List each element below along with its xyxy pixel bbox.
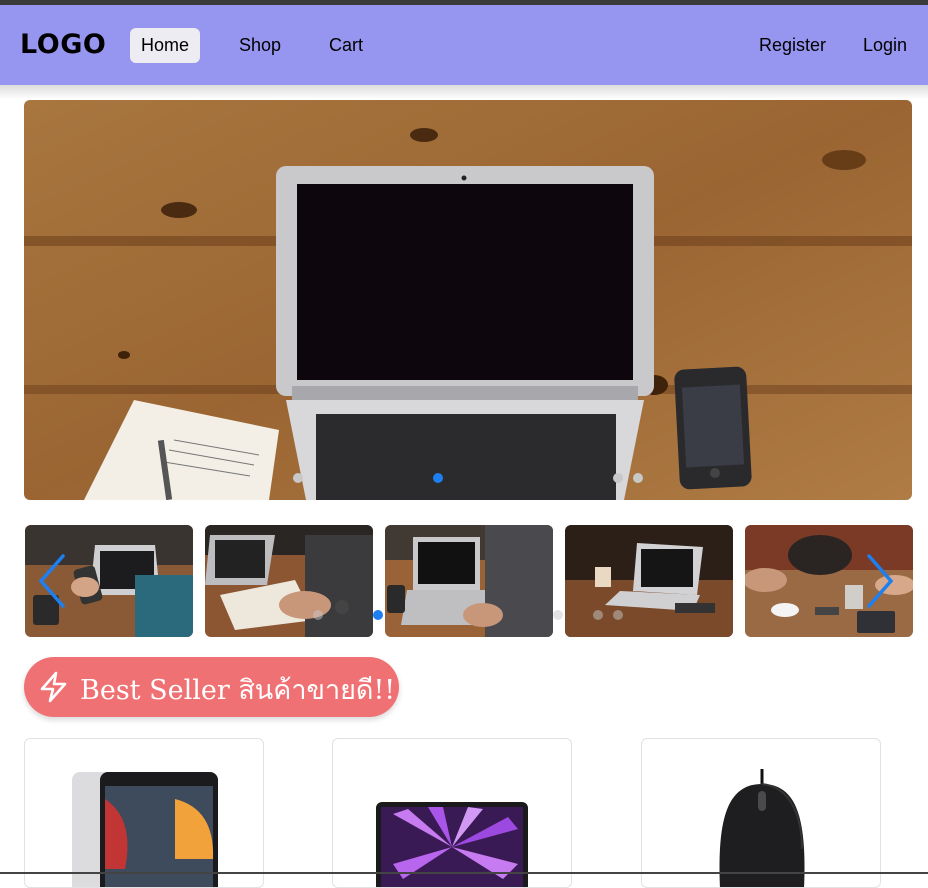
product-card-1[interactable] (24, 738, 264, 888)
navbar: LOGO Home Shop Cart Register Login (0, 5, 928, 85)
best-seller-title: Best Seller สินค้าขายดี!! (80, 675, 396, 706)
carousel-dot-4[interactable] (633, 473, 643, 483)
chevron-right-icon[interactable] (863, 552, 897, 610)
register-link[interactable]: Register (748, 28, 837, 63)
product-image (72, 772, 218, 887)
product-image (376, 802, 528, 887)
product-card-2[interactable] (332, 738, 572, 888)
lightning-icon (40, 671, 67, 703)
login-link[interactable]: Login (852, 28, 918, 63)
thumbnail-image (385, 525, 553, 637)
nav-cart-link[interactable]: Cart (318, 28, 374, 63)
thumbnail-dot[interactable] (553, 610, 563, 620)
thumbnail-dot[interactable] (613, 610, 623, 620)
hero-image (24, 100, 912, 500)
nav-home-link[interactable]: Home (130, 28, 201, 63)
carousel-dot-2[interactable] (433, 473, 443, 483)
hero-carousel[interactable] (24, 100, 912, 500)
thumbnail-image (205, 525, 373, 637)
product-image (719, 769, 805, 887)
thumbnail-2[interactable] (205, 525, 373, 637)
thumbnail-dot[interactable] (313, 610, 323, 620)
carousel-dot-1[interactable] (293, 473, 303, 483)
logo[interactable]: LOGO (20, 29, 106, 60)
navbar-shadow (0, 85, 928, 99)
thumbnail-3[interactable] (385, 525, 553, 637)
thumbnail-image (565, 525, 733, 637)
product-card-3[interactable] (641, 738, 881, 888)
nav-shop-link[interactable]: Shop (228, 28, 292, 63)
thumbnail-dot-active[interactable] (373, 610, 383, 620)
chevron-left-icon[interactable] (35, 552, 69, 610)
thumbnail-dot[interactable] (593, 610, 603, 620)
best-seller-badge: Best Seller สินค้าขายดี!! (24, 657, 399, 717)
thumbnail-4[interactable] (565, 525, 733, 637)
carousel-dot-3[interactable] (613, 473, 623, 483)
